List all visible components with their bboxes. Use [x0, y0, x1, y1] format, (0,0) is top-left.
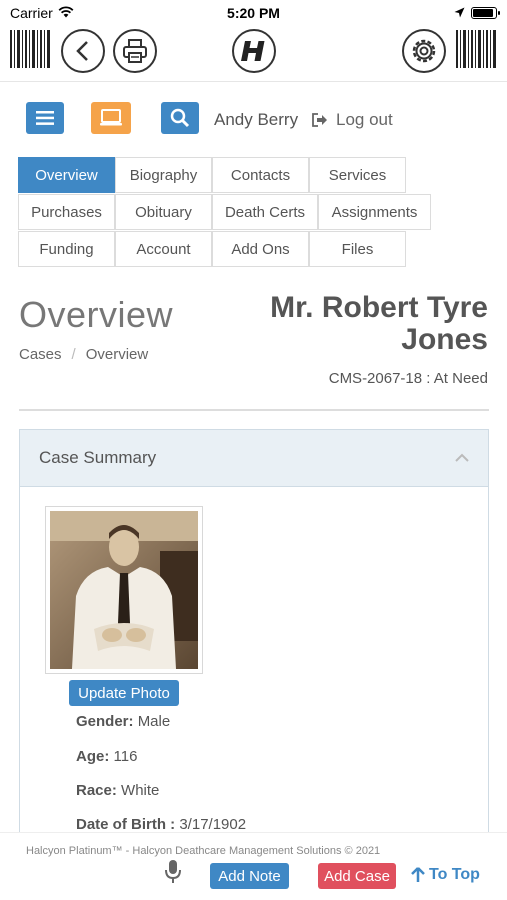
- logout-icon: [312, 113, 327, 127]
- add-note-button[interactable]: Add Note: [210, 863, 289, 889]
- battery-icon: [471, 7, 500, 19]
- menu-button[interactable]: [26, 102, 64, 134]
- logout-label: Log out: [336, 110, 393, 129]
- laptop-icon: [100, 109, 122, 126]
- page-title: Overview: [19, 294, 174, 335]
- microphone-icon[interactable]: [164, 859, 182, 890]
- search-button[interactable]: [161, 102, 199, 134]
- hamburger-icon: [36, 111, 54, 125]
- search-icon: [170, 108, 190, 128]
- fact-value: White: [121, 782, 160, 799]
- case-summary-panel: Case Summary Update Photo Gender: Male A…: [19, 429, 489, 849]
- fact-label: Gender:: [76, 713, 134, 730]
- print-icon[interactable]: [113, 29, 157, 73]
- fact-age: Age: 116: [76, 748, 137, 765]
- case-reference: CMS-2067-18 : At Need: [328, 370, 488, 387]
- fact-label: Age:: [76, 748, 110, 765]
- add-case-button[interactable]: Add Case: [318, 863, 396, 889]
- breadcrumb: Cases / Overview: [19, 346, 148, 363]
- computer-button[interactable]: [91, 102, 131, 134]
- tab-biography[interactable]: Biography: [115, 157, 212, 193]
- clock: 5:20 PM: [227, 5, 280, 21]
- tab-funding[interactable]: Funding: [18, 231, 115, 267]
- arrow-up-icon: [411, 867, 425, 882]
- case-summary-header[interactable]: Case Summary: [20, 430, 488, 487]
- breadcrumb-separator: /: [71, 346, 76, 363]
- tab-add-ons[interactable]: Add Ons: [212, 231, 309, 267]
- tab-death-certs[interactable]: Death Certs: [212, 194, 318, 230]
- barcode-icon[interactable]: [9, 28, 53, 77]
- tab-obituary[interactable]: Obituary: [115, 194, 212, 230]
- halcyon-logo-icon[interactable]: [232, 29, 276, 73]
- update-photo-button[interactable]: Update Photo: [69, 680, 179, 706]
- to-top-link[interactable]: To Top: [411, 866, 480, 884]
- location-arrow-icon: [454, 5, 465, 21]
- deceased-photo: [45, 506, 203, 674]
- user-name[interactable]: Andy Berry: [214, 110, 298, 130]
- tab-services[interactable]: Services: [309, 157, 406, 193]
- tab-assignments[interactable]: Assignments: [318, 194, 431, 230]
- fact-label: Race:: [76, 782, 117, 799]
- copyright-text: Halcyon Platinum™ - Halcyon Deathcare Ma…: [26, 845, 381, 857]
- breadcrumb-cases[interactable]: Cases: [19, 346, 62, 363]
- deceased-name: Mr. Robert Tyre Jones: [270, 291, 488, 356]
- fact-value: Male: [137, 713, 171, 730]
- breadcrumb-overview: Overview: [85, 346, 149, 363]
- fact-date-of-birth: Date of Birth : 3/17/1902: [76, 816, 246, 833]
- back-icon[interactable]: [61, 29, 105, 73]
- barcode-icon[interactable]: [455, 28, 499, 77]
- status-bar: Carrier 5:20 PM: [0, 0, 507, 26]
- fact-label: Date of Birth :: [76, 816, 176, 833]
- tab-files[interactable]: Files: [309, 231, 406, 267]
- settings-icon[interactable]: [402, 29, 446, 73]
- tab-contacts[interactable]: Contacts: [212, 157, 309, 193]
- tab-overview[interactable]: Overview: [18, 157, 115, 193]
- fact-race: Race: White: [76, 782, 159, 799]
- tab-purchases[interactable]: Purchases: [18, 194, 115, 230]
- tab-account[interactable]: Account: [115, 231, 212, 267]
- logout-link[interactable]: Log out: [312, 110, 393, 130]
- to-top-label: To Top: [429, 866, 480, 883]
- case-summary-title: Case Summary: [39, 448, 157, 467]
- fact-gender: Gender: Male: [76, 713, 170, 730]
- chevron-up-icon[interactable]: [454, 450, 470, 468]
- divider: [19, 409, 489, 411]
- fact-value: 116: [113, 748, 138, 765]
- fact-value: 3/17/1902: [179, 816, 247, 833]
- app-header: Andy Berry Log out: [0, 96, 507, 144]
- footer: Halcyon Platinum™ - Halcyon Deathcare Ma…: [0, 832, 507, 900]
- top-toolbar: [0, 26, 507, 82]
